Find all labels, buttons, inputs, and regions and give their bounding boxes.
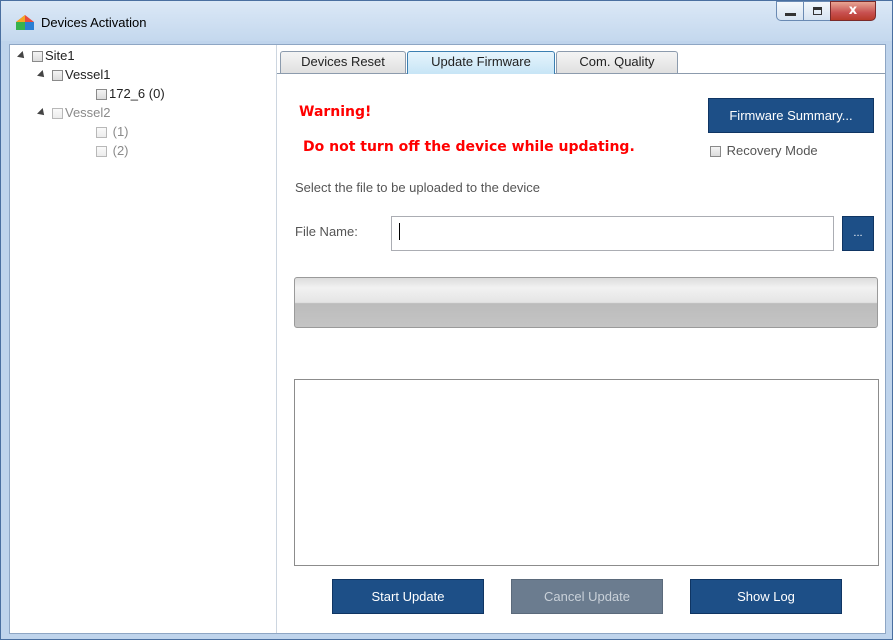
device-2-checkbox[interactable]	[96, 146, 107, 157]
expand-triangle-icon[interactable]	[17, 51, 27, 61]
tab-com-quality[interactable]: Com. Quality	[556, 51, 678, 73]
warning-title: Warning!	[299, 104, 372, 120]
tab-devices-reset[interactable]: Devices Reset	[280, 51, 406, 73]
warning-text: Do not turn off the device while updatin…	[303, 139, 635, 155]
app-icon	[16, 15, 34, 30]
title-bar[interactable]: Devices Activation x	[1, 1, 892, 41]
tree-node-device-1[interactable]: (1)	[96, 123, 129, 141]
update-log-box[interactable]	[294, 379, 879, 566]
device-tree: Site1 Vessel1 172_6 (0) Vessel2 (1) (2)	[10, 45, 277, 633]
window-title: Devices Activation	[41, 15, 147, 30]
expand-triangle-icon[interactable]	[37, 108, 47, 118]
tree-node-device-2[interactable]: (2)	[96, 142, 129, 160]
tree-label-site1: Site1	[45, 48, 75, 63]
tree-node-device-172-6[interactable]: 172_6 (0)	[96, 85, 165, 103]
device-172-6-checkbox[interactable]	[96, 89, 107, 100]
browse-button[interactable]: ...	[842, 216, 874, 251]
tree-label-vessel2: Vessel2	[65, 105, 111, 120]
tab-update-firmware[interactable]: Update Firmware	[407, 51, 555, 74]
site1-checkbox[interactable]	[32, 51, 43, 62]
expand-triangle-icon[interactable]	[37, 70, 47, 80]
tree-label-vessel1: Vessel1	[65, 67, 111, 82]
close-button[interactable]: x	[830, 1, 876, 21]
maximize-icon	[813, 7, 822, 15]
vessel1-checkbox[interactable]	[52, 70, 63, 81]
start-update-button[interactable]: Start Update	[332, 579, 484, 614]
tree-label-device-2: (2)	[112, 143, 129, 158]
text-caret	[399, 223, 400, 240]
tree-label-device-172-6: 172_6 (0)	[109, 86, 165, 101]
device-1-checkbox[interactable]	[96, 127, 107, 138]
instruction-text: Select the file to be uploaded to the de…	[295, 180, 541, 195]
client-area: Site1 Vessel1 172_6 (0) Vessel2 (1) (2) …	[9, 44, 886, 634]
show-log-button[interactable]: Show Log	[690, 579, 842, 614]
close-icon: x	[848, 3, 858, 18]
main-window: Devices Activation x Site1 Vessel1 172_6…	[0, 0, 893, 640]
file-name-label: File Name:	[295, 224, 358, 239]
tab-strip: Devices Reset Update Firmware Com. Quali…	[277, 45, 885, 74]
maximize-button[interactable]	[803, 1, 831, 21]
recovery-mode-toggle[interactable]: Recovery Mode	[710, 143, 818, 158]
recovery-mode-checkbox[interactable]	[710, 146, 721, 157]
firmware-summary-button[interactable]: Firmware Summary...	[708, 98, 874, 133]
cancel-update-button[interactable]: Cancel Update	[511, 579, 663, 614]
log-text	[295, 380, 878, 388]
recovery-mode-label: Recovery Mode	[726, 143, 818, 158]
tree-label-device-1: (1)	[112, 124, 129, 139]
file-name-input[interactable]	[391, 216, 834, 251]
update-progress-bar	[294, 277, 878, 328]
tab-panel: Devices Reset Update Firmware Com. Quali…	[277, 45, 885, 633]
minimize-button[interactable]	[776, 1, 804, 21]
minimize-icon	[785, 13, 796, 16]
vessel2-checkbox[interactable]	[52, 108, 63, 119]
